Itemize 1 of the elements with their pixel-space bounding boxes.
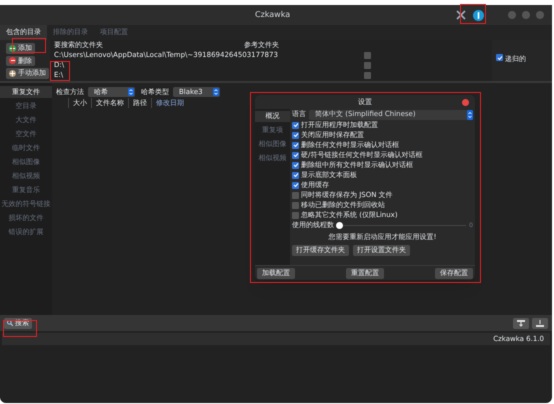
window-title: Czkawka	[255, 9, 290, 21]
